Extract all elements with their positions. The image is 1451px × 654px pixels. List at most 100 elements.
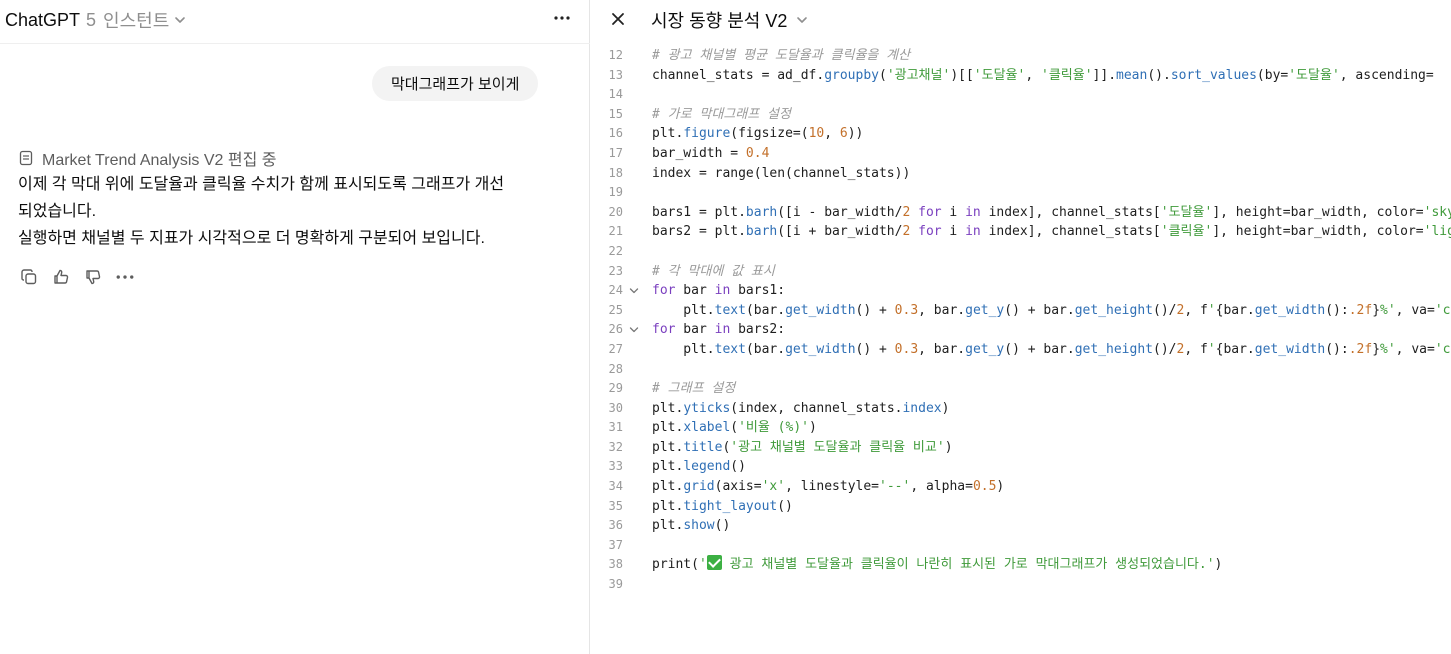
- code-text: # 광고 채널별 평균 도달율과 클릭율을 계산: [652, 46, 910, 66]
- code-token: (): [730, 459, 746, 475]
- code-token: groupby: [824, 67, 879, 83]
- line-number: 27: [608, 341, 623, 356]
- code-token: 0.3: [894, 341, 919, 357]
- thumbs-down-icon[interactable]: [82, 266, 104, 288]
- code-token: 0.4: [745, 145, 770, 161]
- code-line[interactable]: 15 # 가로 막대그래프 설정: [591, 105, 1451, 125]
- code-token: get_width: [785, 341, 856, 357]
- copy-icon[interactable]: [18, 266, 40, 288]
- code-line[interactable]: 33 plt.legend(): [591, 457, 1451, 477]
- code-line[interactable]: 23 # 각 막대에 값 표시: [591, 262, 1451, 282]
- fold-chevron-icon[interactable]: [629, 320, 643, 342]
- chevron-down-icon: [174, 10, 186, 31]
- code-line[interactable]: 31 plt.xlabel('비율 (%)'): [591, 418, 1451, 438]
- code-line[interactable]: 35 plt.tight_layout(): [591, 497, 1451, 517]
- code-token: in: [714, 283, 731, 299]
- line-number: 20: [608, 204, 623, 219]
- code-line[interactable]: 37: [591, 536, 1451, 556]
- line-number: 34: [608, 479, 623, 494]
- code-line[interactable]: 30 plt.yticks(index, channel_stats.index): [591, 399, 1451, 419]
- code-token: ], height=bar_width, color=: [1212, 224, 1424, 240]
- more-options-icon[interactable]: [550, 6, 574, 30]
- chat-header: ChatGPT 5 인스턴트: [0, 0, 590, 44]
- code-token: }: [1372, 341, 1381, 357]
- code-token: get_height: [1074, 302, 1153, 318]
- code-text: plt.tight_layout(): [652, 497, 793, 517]
- code-line[interactable]: 32 plt.title('광고 채널별 도달율과 클릭율 비교'): [591, 438, 1451, 458]
- code-token: 'ligh: [1423, 224, 1451, 240]
- code-token: ():: [1325, 341, 1349, 357]
- more-actions-icon[interactable]: [114, 266, 136, 288]
- code-line[interactable]: 18 index = range(len(channel_stats)): [591, 164, 1451, 184]
- code-token: bars1 = plt.: [652, 204, 746, 220]
- code-token: '--': [879, 479, 911, 495]
- code-token: ]].: [1092, 67, 1117, 83]
- assistant-line: 실행하면 채널별 두 지표가 시각적으로 더 명확하게 구분되어 보입니다.: [18, 230, 485, 247]
- canvas-edit-status[interactable]: Market Trend Analysis V2 편집 중: [18, 146, 276, 170]
- code-token: in: [965, 224, 981, 240]
- code-text: # 그래프 설정: [652, 379, 735, 399]
- code-line[interactable]: 24 for bar in bars1:: [591, 281, 1451, 301]
- code-token: 10: [808, 126, 825, 142]
- code-token: (index, channel_stats.: [730, 400, 903, 416]
- code-line[interactable]: 27 plt.text(bar.get_width() + 0.3, bar.g…: [591, 340, 1451, 360]
- code-line[interactable]: 19: [591, 183, 1451, 203]
- code-line[interactable]: 36 plt.show(): [591, 516, 1451, 536]
- code-line[interactable]: 17 bar_width = 0.4: [591, 144, 1451, 164]
- code-line[interactable]: 21 bars2 = plt.barh([i + bar_width/2 for …: [591, 222, 1451, 242]
- code-token: , f: [1184, 302, 1208, 318]
- code-line[interactable]: 16 plt.figure(figsize=(10, 6)): [591, 124, 1451, 144]
- edit-status-label: Market Trend Analysis V2 편집 중: [42, 152, 277, 169]
- thumbs-up-icon[interactable]: [50, 266, 72, 288]
- code-token: bars2 = plt.: [652, 224, 746, 240]
- model-switcher[interactable]: ChatGPT 5 인스턴트: [5, 8, 186, 32]
- code-token: channel_stats = ad_df.: [652, 67, 825, 83]
- line-number: 26: [608, 322, 623, 337]
- code-token: in: [714, 322, 731, 338]
- code-token: plt.: [652, 420, 684, 436]
- code-token: (bar.: [745, 341, 786, 357]
- code-token: bar: [675, 283, 715, 299]
- code-line[interactable]: 12 # 광고 채널별 평균 도달율과 클릭율을 계산: [591, 46, 1451, 66]
- code-token: ,: [824, 126, 840, 142]
- code-line[interactable]: 14: [591, 85, 1451, 105]
- canvas-header: 시장 동향 분석 V2: [591, 0, 1451, 40]
- code-token: i: [941, 204, 966, 220]
- canvas-title-dropdown[interactable]: 시장 동향 분석 V2: [651, 8, 808, 32]
- chat-panel: ChatGPT 5 인스턴트 막대그래프가 보이게 Market Trend A…: [0, 0, 590, 654]
- code-line[interactable]: 29 # 그래프 설정: [591, 379, 1451, 399]
- code-token: yticks: [683, 400, 731, 416]
- user-message-bubble: 막대그래프가 보이게: [372, 66, 539, 101]
- code-editor[interactable]: 12 # 광고 채널별 평균 도달율과 클릭율을 계산 13 channel_stat…: [591, 46, 1451, 595]
- line-number: 35: [608, 498, 623, 513]
- code-line[interactable]: 38 print(' 광고 채널별 도달율과 클릭율이 나란히 표시된 가로 막대…: [591, 555, 1451, 575]
- code-token: get_width: [1254, 302, 1326, 318]
- code-token: # 광고 채널별 평균 도달율과 클릭율을 계산: [652, 48, 911, 63]
- close-icon[interactable]: [607, 8, 629, 30]
- code-line[interactable]: 20 bars1 = plt.barh([i - bar_width/2 for …: [591, 203, 1451, 223]
- line-number: 16: [608, 126, 623, 141]
- code-line[interactable]: 13 channel_stats = ad_df.groupby('광고채널')[…: [591, 66, 1451, 86]
- code-text: # 각 막대에 값 표시: [652, 262, 775, 282]
- model-variant: 인스턴트: [103, 11, 170, 31]
- code-token: ): [944, 439, 953, 455]
- code-line[interactable]: 34 plt.grid(axis='x', linestyle='--', alp…: [591, 477, 1451, 497]
- code-line[interactable]: 39: [591, 575, 1451, 595]
- code-token: # 그래프 설정: [652, 381, 736, 397]
- code-token: ().: [1147, 67, 1171, 83]
- assistant-message: 이제 각 막대 위에 도달율과 클릭율 수치가 함께 표시되도록 그래프가 개선…: [18, 171, 563, 252]
- model-name: ChatGPT: [5, 9, 81, 30]
- code-line[interactable]: 26 for bar in bars2:: [591, 320, 1451, 340]
- fold-chevron-icon[interactable]: [629, 281, 643, 303]
- check-mark-icon: [706, 555, 722, 571]
- code-token: ([i - bar_width/: [777, 204, 903, 220]
- code-line[interactable]: 22: [591, 242, 1451, 262]
- code-line[interactable]: 28: [591, 360, 1451, 380]
- code-token: ()/: [1153, 302, 1177, 318]
- code-line[interactable]: 25 plt.text(bar.get_width() + 0.3, bar.g…: [591, 301, 1451, 321]
- model-version: 5: [86, 9, 97, 30]
- code-token: %': [1380, 302, 1396, 318]
- code-token: ): [996, 479, 1005, 495]
